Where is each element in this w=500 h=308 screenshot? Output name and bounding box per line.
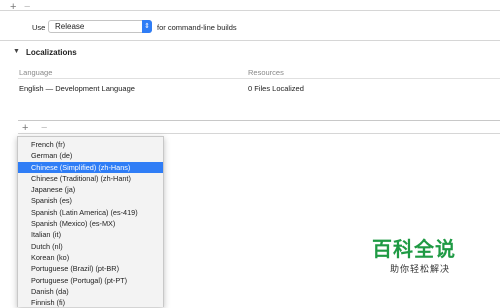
menu-item-japanese[interactable]: Japanese (ja) [18, 184, 163, 195]
add-language-icon[interactable]: + [22, 123, 28, 134]
menu-item-german[interactable]: German (de) [18, 150, 163, 161]
section-title: Localizations [26, 48, 77, 57]
divider [0, 10, 500, 11]
menu-item-korean[interactable]: Korean (ko) [18, 252, 163, 263]
column-header-language[interactable]: Language [19, 68, 52, 77]
table-border [18, 120, 500, 121]
menu-item-french[interactable]: French (fr) [18, 139, 163, 150]
column-header-resources[interactable]: Resources [248, 68, 284, 77]
remove-language-icon[interactable]: − [41, 123, 47, 134]
menu-item-italian[interactable]: Italian (it) [18, 229, 163, 240]
menu-item-portuguese-brazil[interactable]: Portuguese (Brazil) (pt-BR) [18, 263, 163, 274]
language-menu[interactable]: French (fr) German (de) Chinese (Simplif… [17, 136, 164, 307]
table-row[interactable]: English — Development Language 0 Files L… [18, 82, 500, 94]
watermark-tagline: 助你轻松解决 [389, 264, 450, 274]
language-cell: English — Development Language [19, 84, 135, 93]
configuration-value: Release [55, 22, 85, 31]
menu-item-portuguese-portugal[interactable]: Portuguese (Portugal) (pt-PT) [18, 275, 163, 286]
menu-item-danish[interactable]: Danish (da) [18, 286, 163, 297]
table-header-divider [18, 78, 500, 79]
menu-item-spanish[interactable]: Spanish (es) [18, 195, 163, 206]
use-label: Use [32, 23, 46, 32]
resources-cell: 0 Files Localized [248, 84, 304, 93]
disclosure-triangle-icon[interactable]: ▼ [13, 48, 20, 55]
menu-item-spanish-mexico[interactable]: Spanish (Mexico) (es-MX) [18, 218, 163, 229]
divider [18, 133, 500, 134]
watermark-brand: 百科全说 [372, 239, 456, 261]
menu-item-chinese-simplified[interactable]: Chinese (Simplified) (zh-Hans) [18, 161, 163, 173]
for-label: for command-line builds [157, 23, 237, 32]
menu-item-chinese-traditional[interactable]: Chinese (Traditional) (zh-Hant) [18, 173, 163, 184]
divider [0, 40, 500, 41]
menu-item-spanish-latin-america[interactable]: Spanish (Latin America) (es-419) [18, 207, 163, 218]
menu-item-dutch[interactable]: Dutch (nl) [18, 241, 163, 252]
popup-arrows-icon: ⇕ [142, 20, 152, 33]
menu-item-finnish[interactable]: Finnish (fi) [18, 297, 163, 308]
configuration-popup[interactable]: Release ⇕ [48, 20, 152, 33]
